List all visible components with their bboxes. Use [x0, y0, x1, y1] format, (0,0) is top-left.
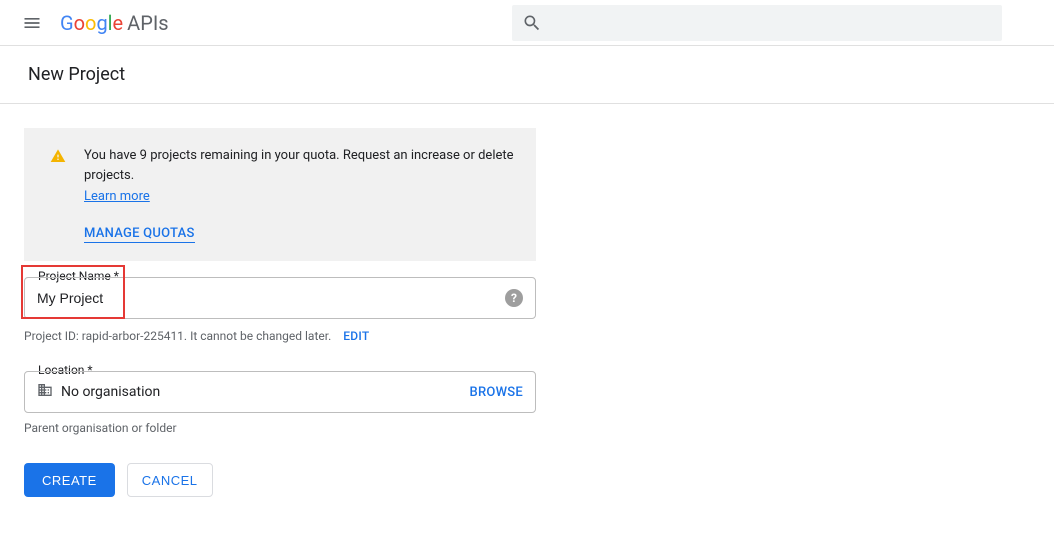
learn-more-link[interactable]: Learn more	[84, 189, 150, 204]
help-icon[interactable]: ?	[505, 289, 523, 307]
cancel-button[interactable]: CANCEL	[127, 463, 213, 497]
manage-quotas-link[interactable]: MANAGE QUOTAS	[84, 226, 195, 243]
logo-suffix: APIs	[127, 11, 168, 35]
search-input[interactable]	[512, 5, 1002, 41]
project-id-row: Project ID: rapid-arbor-225411. It canno…	[24, 329, 536, 343]
page-title: New Project	[28, 64, 1026, 85]
main-content: You have 9 projects remaining in your qu…	[0, 104, 560, 521]
browse-button[interactable]: BROWSE	[469, 385, 523, 400]
edit-project-id-link[interactable]: EDIT	[343, 329, 369, 343]
create-button[interactable]: CREATE	[24, 463, 115, 497]
search-icon	[522, 13, 542, 33]
action-row: CREATE CANCEL	[24, 463, 536, 497]
project-name-input[interactable]	[37, 290, 505, 306]
hamburger-icon	[22, 13, 42, 33]
location-value: No organisation	[61, 384, 469, 400]
location-helper: Parent organisation or folder	[24, 421, 536, 435]
search-wrap	[512, 5, 1002, 41]
quota-notice: You have 9 projects remaining in your qu…	[24, 128, 536, 261]
project-id-text: Project ID: rapid-arbor-225411. It canno…	[24, 329, 331, 343]
location-field-wrap: Location * No organisation BROWSE Parent…	[24, 371, 536, 435]
warning-icon	[50, 148, 66, 168]
top-bar: Google APIs	[0, 0, 1054, 46]
page-title-bar: New Project	[0, 46, 1054, 104]
project-name-field-wrap: Project Name * ?	[24, 277, 536, 319]
quota-text: You have 9 projects remaining in your qu…	[84, 146, 518, 185]
google-apis-logo: Google APIs	[60, 11, 169, 35]
organization-icon	[37, 382, 53, 402]
menu-button[interactable]	[12, 3, 52, 43]
